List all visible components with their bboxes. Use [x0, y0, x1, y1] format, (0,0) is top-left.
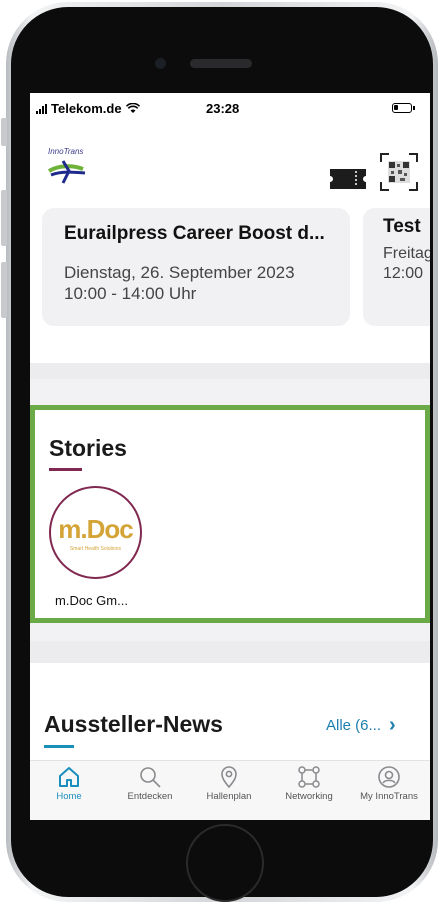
- carrier-info: Telekom.de: [36, 101, 140, 116]
- tab-entdecken[interactable]: Entdecken: [111, 765, 189, 802]
- heading-underline: [49, 468, 82, 471]
- logo-mark-icon: [47, 160, 86, 184]
- search-icon: [140, 767, 161, 788]
- tab-bar: Home Entdecken Hallenplan Networking My …: [30, 760, 430, 820]
- news-all-label: Alle (6...: [326, 717, 382, 734]
- earpiece-speaker: [190, 59, 252, 68]
- event-date-time: 10:00 - 14:00 Uhr: [64, 284, 197, 303]
- network-icon: [298, 766, 320, 788]
- story-avatar[interactable]: m.Doc Smart Health Solutions: [49, 486, 142, 579]
- event-date-time: 12:00: [383, 265, 424, 282]
- carrier-name: Telekom.de: [51, 101, 122, 116]
- news-heading: Aussteller-News: [44, 711, 223, 737]
- tab-networking[interactable]: Networking: [270, 765, 348, 802]
- user-icon: [378, 766, 400, 788]
- event-title: Test: [383, 216, 421, 237]
- event-date-day: Dienstag, 26. September 2023: [64, 263, 295, 282]
- app-header: InnoTrans: [30, 123, 430, 216]
- qr-code-icon[interactable]: [380, 153, 418, 191]
- home-icon: [59, 767, 79, 787]
- volume-up-button: [1, 190, 7, 246]
- tab-hallenplan[interactable]: Hallenplan: [190, 765, 268, 802]
- tab-my-innotrans[interactable]: My InnoTrans: [350, 765, 428, 802]
- tab-label: Home: [56, 791, 82, 802]
- news-all-link[interactable]: Alle (6... ›: [326, 714, 396, 736]
- battery-icon: [392, 103, 415, 113]
- map-pin-icon: [221, 766, 237, 789]
- tab-label: Entdecken: [127, 791, 173, 802]
- logo-text: InnoTrans: [48, 147, 84, 156]
- chevron-right-icon: ›: [389, 714, 396, 736]
- tab-label: Networking: [285, 791, 333, 802]
- mute-switch: [1, 118, 7, 146]
- event-title: Eurailpress Career Boost d...: [64, 223, 325, 244]
- event-card[interactable]: Eurailpress Career Boost d... Dienstag, …: [42, 208, 350, 326]
- status-bar: Telekom.de 23:28: [30, 93, 430, 123]
- event-carousel: Eurailpress Career Boost d... Dienstag, …: [30, 208, 430, 363]
- section-divider: [30, 641, 430, 663]
- tab-label: Hallenplan: [206, 791, 252, 802]
- stories-heading: Stories: [49, 435, 127, 461]
- innotrans-logo[interactable]: InnoTrans: [43, 143, 95, 191]
- wifi-icon: [125, 103, 140, 113]
- event-date-day: Freitag: [383, 245, 430, 262]
- event-date: Dienstag, 26. September 2023 10:00 - 14:…: [64, 262, 295, 304]
- news-section: Aussteller-News Alle (6... ›: [30, 663, 430, 760]
- tab-label: My InnoTrans: [360, 791, 418, 802]
- status-time: 23:28: [206, 101, 240, 116]
- heading-underline: [44, 745, 74, 748]
- story-logo-subtext: Smart Health Solutions: [69, 545, 122, 552]
- story-label[interactable]: m.Doc Gm...: [55, 593, 128, 608]
- section-divider: [30, 363, 430, 379]
- front-camera: [155, 58, 166, 69]
- app-screen: Telekom.de 23:28 InnoTrans Eurailpress C…: [30, 93, 430, 820]
- signal-icon: [36, 103, 47, 114]
- story-logo-text: m.Doc: [58, 513, 133, 544]
- tab-home[interactable]: Home: [30, 765, 108, 802]
- event-card[interactable]: Test Freitag 12:00: [363, 208, 430, 326]
- stories-section: Stories m.Doc Smart Health Solutions m.D…: [30, 405, 430, 623]
- volume-down-button: [1, 262, 7, 318]
- home-button[interactable]: [186, 824, 264, 902]
- event-date: Freitag 12:00: [383, 244, 430, 284]
- ticket-icon[interactable]: [330, 169, 366, 189]
